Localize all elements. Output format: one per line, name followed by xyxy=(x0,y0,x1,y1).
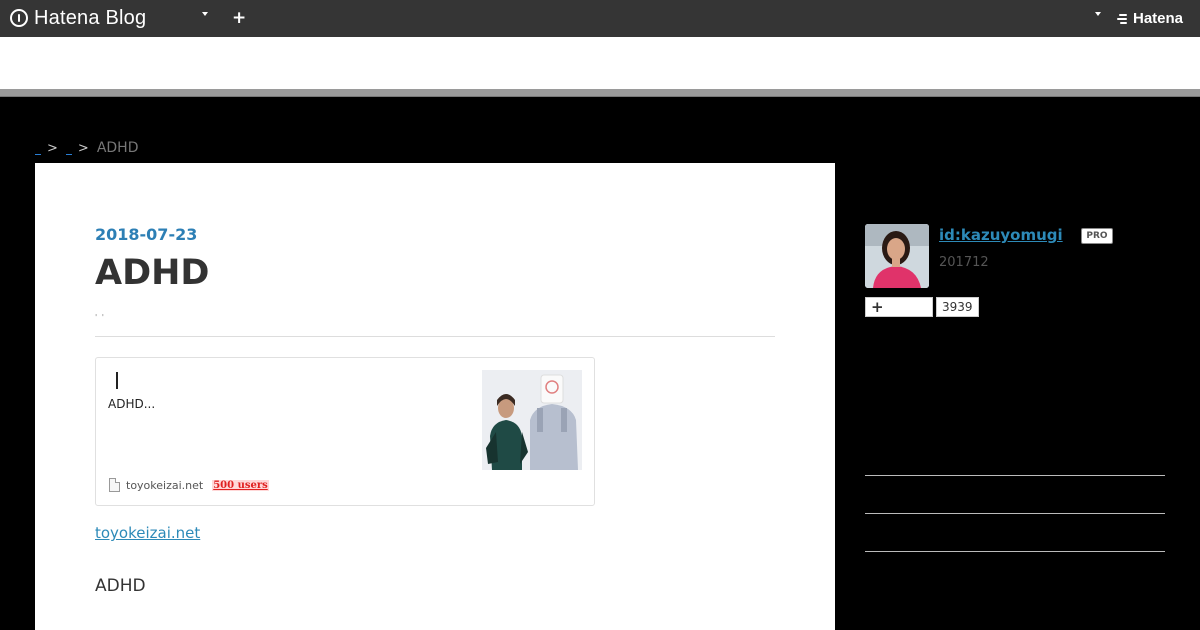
embed-card[interactable]: ADHD... toyokeizai.net 500 users xyxy=(95,357,595,506)
hatena-blog-logo[interactable]: Hatena Blog xyxy=(10,7,146,29)
account-menu-chevron-icon[interactable] xyxy=(1095,12,1101,16)
entry-subtext: ' ' xyxy=(95,313,105,322)
add-button[interactable]: + xyxy=(232,8,246,28)
source-link[interactable]: toyokeizai.net xyxy=(95,524,200,542)
avatar-image xyxy=(865,224,929,288)
avatar[interactable] xyxy=(865,224,929,288)
profile-since: 201712 xyxy=(939,255,989,270)
embed-title[interactable]: ADHD... xyxy=(108,397,155,411)
plus-icon: + xyxy=(871,298,884,316)
logo-text: Hatena Blog xyxy=(34,6,147,29)
sidebar-divider xyxy=(865,513,1165,514)
follower-count[interactable]: 3939 xyxy=(936,297,979,317)
profile-username[interactable]: id:kazuyomugi xyxy=(939,226,1063,244)
pro-badge: PRO xyxy=(1081,228,1113,244)
hatena-logo-icon xyxy=(10,9,28,27)
embed-domain[interactable]: toyokeizai.net xyxy=(126,479,203,492)
entry-date[interactable]: 2018-07-23 xyxy=(95,225,197,244)
breadcrumb-link-home[interactable] xyxy=(35,142,41,155)
bookmark-users-badge[interactable]: 500 users xyxy=(212,479,269,491)
breadcrumb-separator: > xyxy=(47,140,58,156)
breadcrumb: > > ADHD xyxy=(35,139,138,157)
sidebar-divider xyxy=(865,551,1165,552)
follow-button[interactable]: + xyxy=(865,297,933,317)
text-cursor xyxy=(116,372,118,389)
breadcrumb-link-category[interactable] xyxy=(65,142,72,155)
thumbnail-image xyxy=(482,370,582,470)
blog-header-area xyxy=(0,37,1200,89)
header-divider xyxy=(0,89,1200,97)
chevron-down-icon[interactable] xyxy=(202,12,208,16)
article-panel: 2018-07-23 ADHD ' ' ADHD... toyokeizai.n… xyxy=(35,163,835,630)
global-header: Hatena Blog + Hatena xyxy=(0,0,1200,37)
document-icon xyxy=(109,478,120,492)
entry-title[interactable]: ADHD xyxy=(95,253,210,293)
embed-thumbnail[interactable] xyxy=(482,370,582,470)
divider xyxy=(95,336,775,337)
hatena-brand-link[interactable]: Hatena xyxy=(1117,10,1183,27)
hatena-mark-icon xyxy=(1117,13,1129,24)
sidebar-divider xyxy=(865,475,1165,476)
breadcrumb-current: ADHD xyxy=(96,140,139,156)
embed-footer: toyokeizai.net 500 users xyxy=(109,478,269,492)
breadcrumb-separator: > xyxy=(77,140,89,156)
hatena-brand-label: Hatena xyxy=(1133,10,1184,27)
body-paragraph: ADHD xyxy=(95,576,146,596)
